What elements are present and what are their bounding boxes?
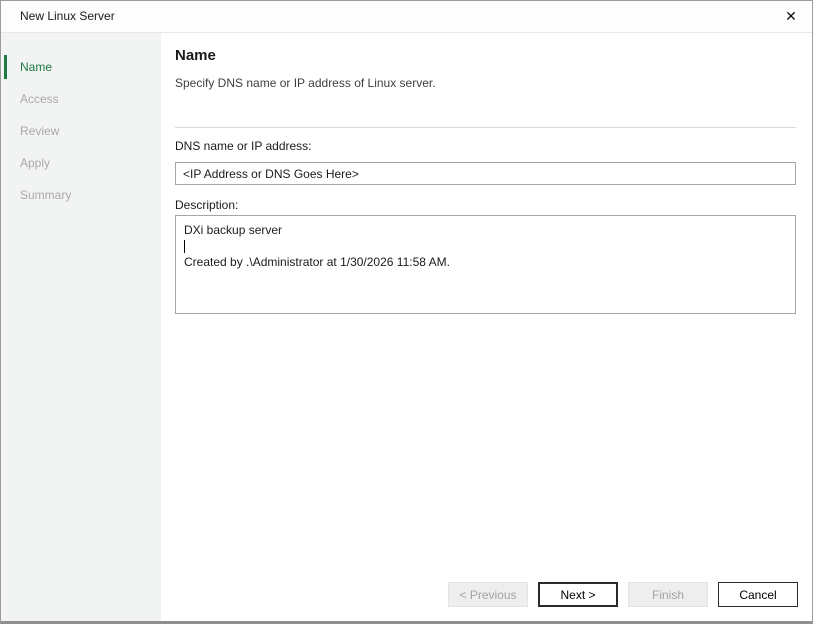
sidebar-item-name[interactable]: Name (1, 51, 161, 83)
sidebar-item-label: Access (20, 92, 59, 106)
title-bar: New Linux Server ✕ (1, 1, 812, 33)
sidebar-item-label: Summary (20, 188, 71, 202)
active-step-indicator (4, 55, 7, 79)
window-title: New Linux Server (20, 1, 115, 32)
text-caret (184, 240, 185, 253)
previous-button[interactable]: < Previous (448, 582, 528, 607)
close-icon[interactable]: ✕ (776, 1, 806, 32)
sidebar-item-access[interactable]: Access (1, 83, 161, 115)
wizard-steps-sidebar: Name Access Review Apply Summary (1, 33, 161, 621)
sidebar-item-label: Apply (20, 156, 50, 170)
wizard-footer: < Previous Next > Finish Cancel (448, 582, 798, 607)
description-label: Description: (175, 198, 238, 212)
next-button[interactable]: Next > (538, 582, 618, 607)
description-line: DXi backup server (184, 222, 787, 238)
section-divider (175, 127, 796, 128)
page-subtitle: Specify DNS name or IP address of Linux … (175, 76, 436, 90)
sidebar-item-label: Review (20, 124, 59, 138)
page-title: Name (175, 47, 216, 64)
description-line (184, 238, 787, 254)
description-line: Created by .\Administrator at 1/30/2026 … (184, 254, 787, 270)
main-content: Name Specify DNS name or IP address of L… (161, 33, 812, 621)
sidebar-item-apply[interactable]: Apply (1, 147, 161, 179)
dns-name-label: DNS name or IP address: (175, 139, 312, 153)
sidebar-item-review[interactable]: Review (1, 115, 161, 147)
dns-name-input[interactable] (175, 162, 796, 185)
cancel-button[interactable]: Cancel (718, 582, 798, 607)
sidebar-item-summary[interactable]: Summary (1, 179, 161, 211)
description-textarea[interactable]: DXi backup server Created by .\Administr… (175, 215, 796, 314)
sidebar-item-label: Name (20, 60, 52, 74)
new-linux-server-dialog: New Linux Server ✕ Name Access Review Ap… (0, 0, 813, 624)
finish-button[interactable]: Finish (628, 582, 708, 607)
